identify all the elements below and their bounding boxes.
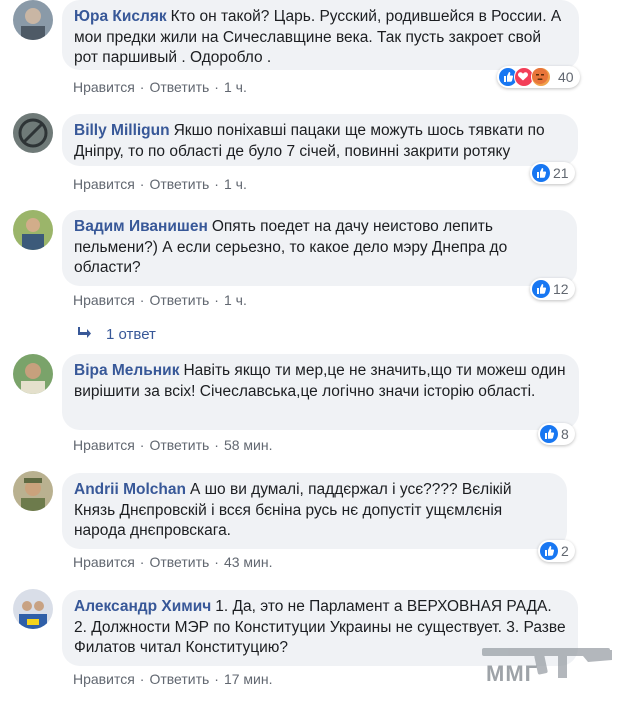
reaction-count[interactable]: 12 [530, 278, 575, 300]
comment-author[interactable]: Віра Мельник [74, 362, 179, 379]
comment-time[interactable]: 1 ч. [224, 176, 247, 192]
comment-time[interactable]: 1 ч. [224, 292, 247, 308]
comment-bubble: Billy Milligun Якшо поніхавші пацаки ще м… [62, 114, 578, 166]
comment-actions: Нравится · Ответить · 1 ч. [73, 176, 247, 192]
like-icon [540, 425, 558, 443]
comment-author[interactable]: Александр Химич [74, 598, 211, 615]
comment-author[interactable]: Billy Milligun [74, 122, 170, 139]
reaction-count[interactable]: 21 [530, 162, 575, 184]
separator: · [139, 292, 145, 308]
angry-icon [531, 67, 551, 87]
avatar[interactable] [13, 589, 53, 629]
separator: · [214, 79, 219, 95]
reply-link[interactable]: Ответить [149, 292, 209, 308]
separator: · [214, 437, 219, 453]
comment-time[interactable]: 58 мин. [224, 437, 273, 453]
reply-link[interactable]: Ответить [149, 554, 209, 570]
site-watermark: ММГ [478, 640, 618, 695]
comment-actions: Нравится · Ответить · 17 мин. [73, 671, 273, 687]
like-link[interactable]: Нравится [73, 671, 135, 687]
reply-link[interactable]: Ответить [149, 79, 209, 95]
replies-count: 1 ответ [106, 326, 156, 343]
like-link[interactable]: Нравится [73, 292, 135, 308]
separator: · [214, 176, 219, 192]
avatar-image [13, 471, 53, 511]
watermark-text: ММГ [486, 661, 539, 686]
separator: · [214, 671, 219, 687]
like-link[interactable]: Нравится [73, 437, 135, 453]
comment-author[interactable]: Andrii Molchan [74, 481, 186, 498]
like-icon [532, 280, 550, 298]
avatar-image [13, 589, 53, 629]
comment-actions: Нравится · Ответить · 58 мин. [73, 437, 273, 453]
avatar[interactable] [13, 113, 53, 153]
reaction-number: 2 [561, 543, 569, 559]
comment-actions: Нравится · Ответить · 1 ч. [73, 292, 247, 308]
separator: · [214, 554, 219, 570]
comment-bubble: Вадим Иванишен Опять поедет на дачу неист… [62, 210, 577, 286]
avatar-image [13, 113, 53, 153]
like-icon [540, 542, 558, 560]
avatar-image [13, 210, 53, 250]
comment-time[interactable]: 1 ч. [224, 79, 247, 95]
like-link[interactable]: Нравится [73, 554, 135, 570]
avatar[interactable] [13, 471, 53, 511]
comment-author[interactable]: Юра Кисляк [74, 8, 167, 25]
reaction-number: 21 [553, 165, 569, 181]
comment-bubble: Andrii Molchan А шо ви думалі, паддєржал … [62, 473, 567, 549]
like-link[interactable]: Нравится [73, 79, 135, 95]
avatar[interactable] [13, 354, 53, 394]
reaction-number: 12 [553, 281, 569, 297]
separator: · [139, 437, 145, 453]
avatar[interactable] [13, 210, 53, 250]
separator: · [139, 79, 145, 95]
comment-bubble: Віра Мельник Навіть якщо ти мер,це не зна… [62, 354, 579, 430]
like-icon [532, 164, 550, 182]
avatar[interactable] [13, 0, 53, 40]
reaction-count[interactable]: 2 [538, 540, 575, 562]
reaction-number: 8 [561, 426, 569, 442]
comment-actions: Нравится · Ответить · 43 мин. [73, 554, 273, 570]
separator: · [139, 554, 145, 570]
reaction-count[interactable]: 8 [538, 423, 575, 445]
like-link[interactable]: Нравится [73, 176, 135, 192]
reaction-number: 40 [558, 69, 574, 85]
comment-actions: Нравится · Ответить · 1 ч. [73, 79, 247, 95]
view-replies-link[interactable]: 1 ответ [78, 326, 156, 343]
reply-arrow-icon [78, 327, 91, 338]
reply-link[interactable]: Ответить [149, 437, 209, 453]
comment-time[interactable]: 17 мин. [224, 671, 273, 687]
reaction-count[interactable]: 40 [497, 66, 580, 88]
separator: · [139, 176, 145, 192]
reply-link[interactable]: Ответить [149, 176, 209, 192]
avatar-image [13, 354, 53, 394]
comment-bubble: Юра Кисляк Кто он такой? Царь. Русский, р… [62, 0, 579, 70]
reply-link[interactable]: Ответить [149, 671, 209, 687]
separator: · [139, 671, 145, 687]
avatar-image [13, 0, 53, 40]
comment-author[interactable]: Вадим Иванишен [74, 218, 208, 235]
comment-time[interactable]: 43 мин. [224, 554, 273, 570]
separator: · [214, 292, 219, 308]
